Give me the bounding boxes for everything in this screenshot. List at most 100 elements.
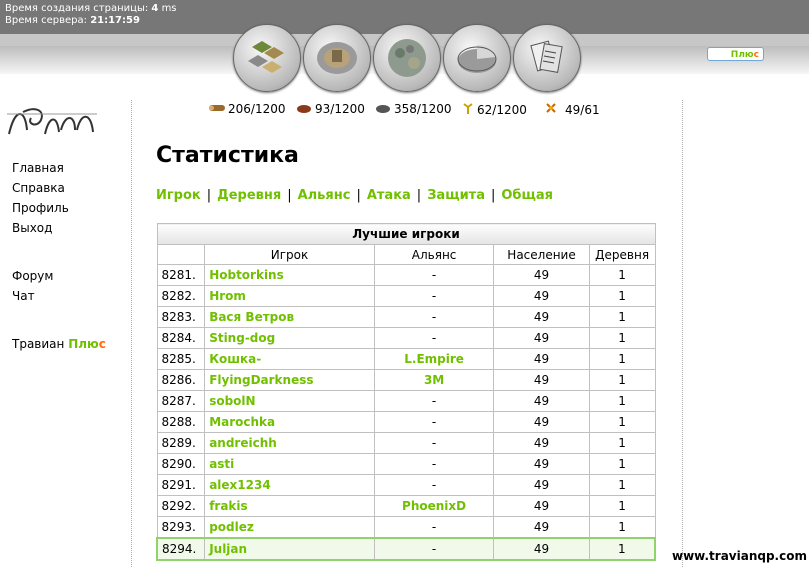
population-cell: 49 xyxy=(493,516,590,539)
travian-logo[interactable] xyxy=(5,100,100,144)
watermark: www.travianqp.com xyxy=(672,549,807,563)
table-row: 8290. asti -49 1 xyxy=(156,453,656,475)
player-link[interactable]: Hrom xyxy=(204,285,375,307)
rank-cell: 8283. xyxy=(156,306,206,328)
player-link[interactable]: Juljan xyxy=(204,537,375,561)
col-header-rank xyxy=(156,244,206,265)
plus-button[interactable]: Плюс xyxy=(707,47,764,61)
player-link[interactable]: frakis xyxy=(204,495,375,517)
villages-cell: 1 xyxy=(588,264,656,286)
table-row: 8287. sobolN -49 1 xyxy=(156,390,656,412)
villages-cell: 1 xyxy=(588,474,656,496)
rank-cell: 8294. xyxy=(156,537,206,561)
player-link[interactable]: andreichh xyxy=(204,432,375,454)
alliance-link[interactable]: L.Empire xyxy=(373,348,495,370)
alliance-link[interactable]: PhoenixD xyxy=(373,495,495,517)
player-link[interactable]: Кошка- xyxy=(204,348,375,370)
page-title: Статистика xyxy=(156,143,299,168)
player-link[interactable]: Sting-dog xyxy=(204,327,375,349)
population-cell: 49 xyxy=(493,390,590,412)
villages-cell: 1 xyxy=(588,369,656,391)
villages-cell: 1 xyxy=(588,516,656,539)
player-link[interactable]: Hobtorkins xyxy=(204,264,375,286)
alliance-link[interactable]: 3M xyxy=(373,369,495,391)
alliance-cell: - xyxy=(373,285,495,307)
player-link[interactable]: Вася Ветров xyxy=(204,306,375,328)
rank-cell: 8284. xyxy=(156,327,206,349)
rank-cell: 8292. xyxy=(156,495,206,517)
alliance-cell: - xyxy=(373,411,495,433)
left-divider xyxy=(131,100,132,567)
player-link[interactable]: podlez xyxy=(204,516,375,539)
tab-defense[interactable]: Защита xyxy=(427,188,485,203)
table-row: 8289. andreichh -49 1 xyxy=(156,432,656,454)
village-center-icon[interactable] xyxy=(303,24,371,92)
menu-help[interactable]: Справка xyxy=(12,181,65,195)
population-cell: 49 xyxy=(493,453,590,475)
map-icon[interactable] xyxy=(373,24,441,92)
table-row: 8291. alex1234-49 1 xyxy=(156,474,656,496)
iron-icon xyxy=(375,102,391,116)
menu-profile[interactable]: Профиль xyxy=(12,201,69,215)
menu-travian-plus[interactable]: Травиан Плюс xyxy=(12,337,106,351)
reports-icon[interactable] xyxy=(513,24,581,92)
table-body: 8281. Hobtorkins -49 1 8282. Hrom -49 1 8283. Вас… xyxy=(156,264,656,561)
player-link[interactable]: FlyingDarkness xyxy=(204,369,375,391)
col-header-population: Население xyxy=(493,244,590,265)
crop-icon xyxy=(462,102,474,117)
table-row: 8286. FlyingDarkness 3M 49 1 xyxy=(156,369,656,391)
table-row: 8288. Marochka -49 1 xyxy=(156,411,656,433)
tab-village[interactable]: Деревня xyxy=(217,188,281,203)
player-link[interactable]: Marochka xyxy=(204,411,375,433)
tab-attack[interactable]: Атака xyxy=(367,188,411,203)
table-row: 8294. Juljan -49 1 xyxy=(156,537,656,561)
population-cell: 49 xyxy=(493,327,590,349)
table-caption: Лучшие игроки xyxy=(156,223,656,245)
statistics-icon[interactable] xyxy=(443,24,511,92)
rank-cell: 8290. xyxy=(156,453,206,475)
menu-forum[interactable]: Форум xyxy=(12,269,53,283)
menu-logout[interactable]: Выход xyxy=(12,221,52,235)
player-link[interactable]: asti xyxy=(204,453,375,475)
alliance-cell: - xyxy=(373,390,495,412)
population-cell: 49 xyxy=(493,411,590,433)
rank-cell: 8286. xyxy=(156,369,206,391)
table-row: 8283. Вася Ветров -49 1 xyxy=(156,306,656,328)
rank-cell: 8291. xyxy=(156,474,206,496)
right-divider xyxy=(682,100,683,567)
menu-chat[interactable]: Чат xyxy=(12,289,35,303)
menu-home[interactable]: Главная xyxy=(12,161,64,175)
rank-cell: 8281. xyxy=(156,264,206,286)
population-cell: 49 xyxy=(493,348,590,370)
villages-cell: 1 xyxy=(588,348,656,370)
consumption-icon xyxy=(545,102,557,117)
player-link[interactable]: alex1234 xyxy=(204,474,375,496)
population-cell: 49 xyxy=(493,495,590,517)
resource-wood: 206/1200 xyxy=(209,102,286,116)
population-cell: 49 xyxy=(493,285,590,307)
population-cell: 49 xyxy=(493,369,590,391)
villages-cell: 1 xyxy=(588,432,656,454)
rank-cell: 8285. xyxy=(156,348,206,370)
alliance-cell: - xyxy=(373,327,495,349)
table-row: 8292. frakis PhoenixD 49 1 xyxy=(156,495,656,517)
resource-clay: 93/1200 xyxy=(296,102,365,116)
village-overview-icon[interactable] xyxy=(233,24,301,92)
rank-cell: 8289. xyxy=(156,432,206,454)
player-link[interactable]: sobolN xyxy=(204,390,375,412)
wood-icon xyxy=(209,102,225,116)
tab-alliance[interactable]: Альянс xyxy=(298,188,351,203)
resource-consumption: 49/61 xyxy=(545,102,600,117)
villages-cell: 1 xyxy=(588,537,656,561)
rank-cell: 8282. xyxy=(156,285,206,307)
alliance-cell: - xyxy=(373,516,495,539)
resource-iron: 358/1200 xyxy=(375,102,452,116)
tab-player[interactable]: Игрок xyxy=(156,188,201,203)
tab-general[interactable]: Общая xyxy=(501,188,553,203)
villages-cell: 1 xyxy=(588,453,656,475)
table-row: 8281. Hobtorkins -49 1 xyxy=(156,264,656,286)
clay-icon xyxy=(296,102,312,116)
rank-cell: 8288. xyxy=(156,411,206,433)
population-cell: 49 xyxy=(493,432,590,454)
alliance-cell: - xyxy=(373,474,495,496)
